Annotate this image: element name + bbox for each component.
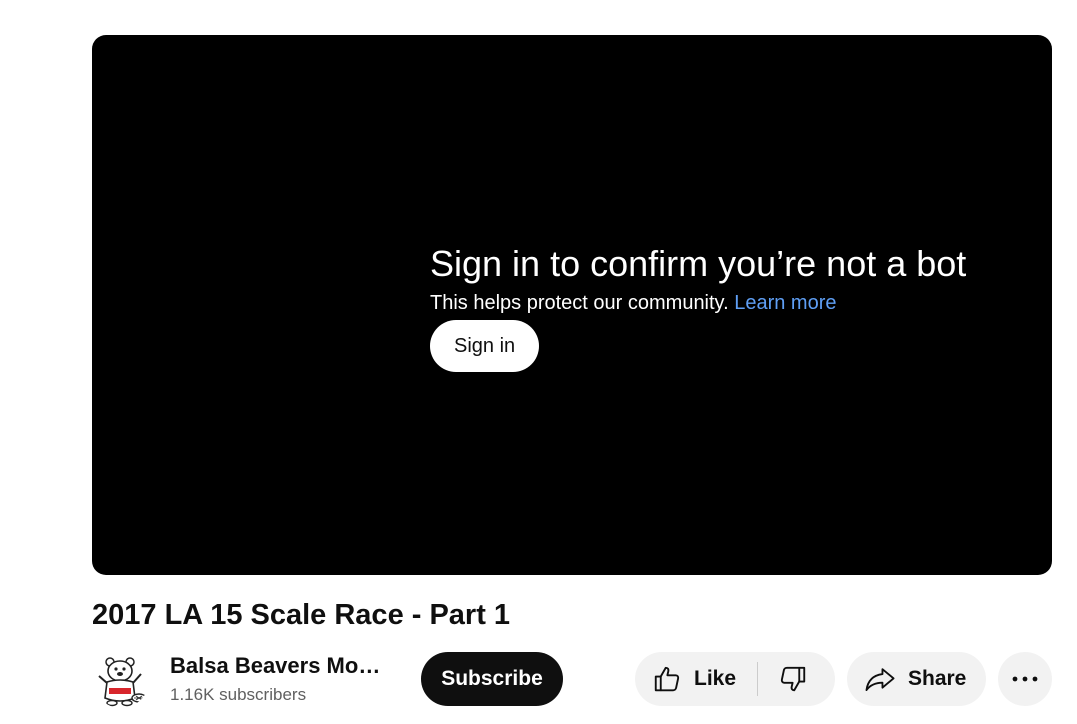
more-actions-button[interactable]	[998, 652, 1052, 706]
video-player[interactable]: Sign in to confirm you’re not a bot This…	[92, 35, 1052, 575]
beaver-mascot-icon	[93, 652, 149, 708]
share-label: Share	[908, 667, 967, 690]
thumbs-up-icon	[652, 664, 682, 694]
channel-name[interactable]: Balsa Beavers Model Club	[170, 653, 385, 679]
share-button[interactable]: Share	[847, 652, 986, 706]
subscriber-count: 1.16K subscribers	[170, 685, 307, 704]
more-horizontal-icon	[1011, 675, 1039, 683]
channel-avatar[interactable]	[93, 652, 149, 708]
bot-check-subtitle-row: This helps protect our community. Learn …	[430, 291, 1030, 315]
bot-check-title: Sign in to confirm you’re not a bot	[430, 243, 967, 284]
like-dislike-group: Like	[635, 652, 835, 706]
subscribe-button[interactable]: Subscribe	[421, 652, 563, 706]
like-button[interactable]: Like	[635, 652, 757, 706]
learn-more-link[interactable]: Learn more	[734, 292, 836, 314]
video-title: 2017 LA 15 Scale Race - Part 1	[92, 599, 511, 631]
share-arrow-icon	[864, 664, 896, 694]
like-label: Like	[694, 667, 737, 690]
sign-in-button[interactable]: Sign in	[430, 320, 540, 372]
bot-check-panel: Sign in to confirm you’re not a bot This…	[430, 243, 1030, 372]
thumbs-down-icon	[778, 664, 808, 694]
dislike-button[interactable]	[758, 652, 834, 706]
bot-check-subtitle: This helps protect our community.	[430, 292, 729, 314]
